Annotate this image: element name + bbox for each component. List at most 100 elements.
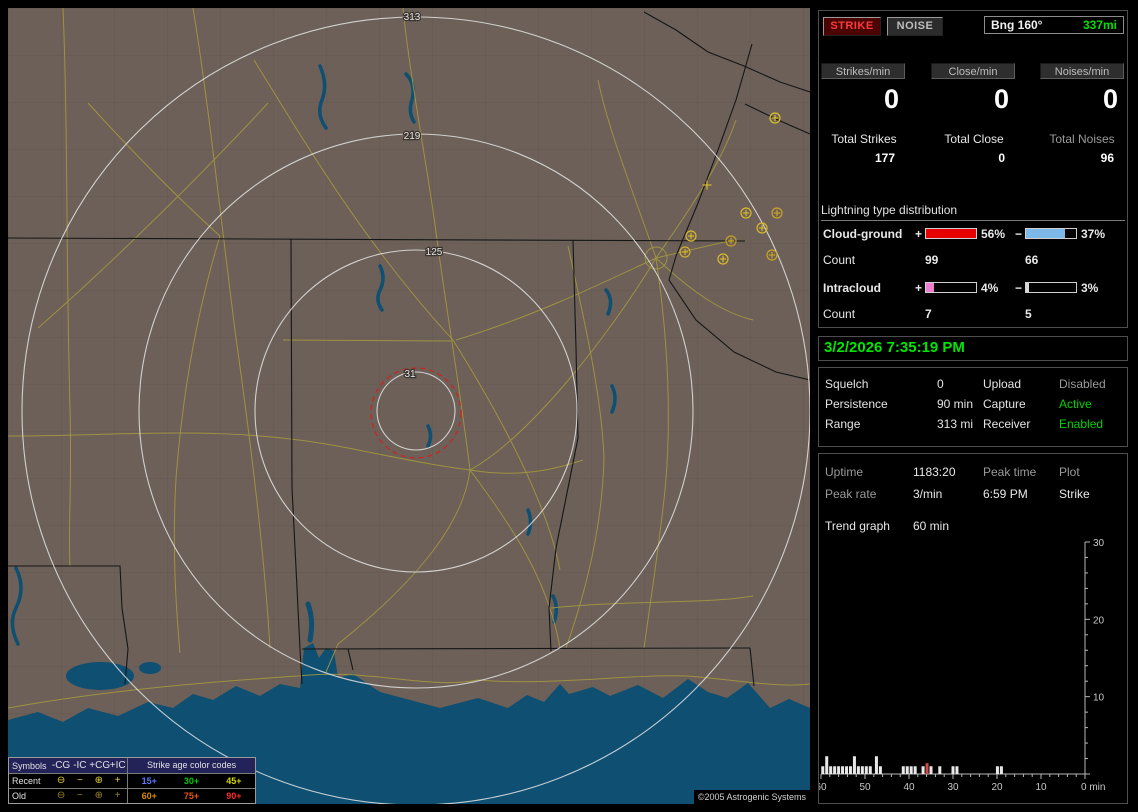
svg-text:10: 10 bbox=[1035, 782, 1047, 793]
svg-text:20: 20 bbox=[991, 782, 1003, 793]
cg-positive-bar bbox=[925, 228, 977, 239]
age-code-75: 75+ bbox=[183, 791, 200, 801]
total-strikes-value: 177 bbox=[874, 151, 895, 165]
stats-row-1: Uptime 1183:20 Peak time Plot bbox=[819, 462, 1127, 482]
ic-positive-bar bbox=[925, 282, 977, 293]
age-code-90: 90+ bbox=[226, 791, 242, 801]
total-noises-value: 96 bbox=[1100, 151, 1114, 165]
receiver-status: Enabled bbox=[1059, 417, 1104, 431]
svg-text:50: 50 bbox=[859, 782, 871, 793]
noise-mode-button[interactable]: NOISE bbox=[887, 17, 943, 36]
age-code-45: 45+ bbox=[226, 776, 242, 786]
pos-ic-icon: + bbox=[114, 775, 121, 786]
intracloud-row: Intracloud + 4% − 3% bbox=[819, 281, 1127, 295]
age-code-30: 30+ bbox=[183, 776, 200, 786]
age-code-15: 15+ bbox=[141, 776, 157, 786]
legend-age-title: Strike age color codes bbox=[127, 758, 255, 773]
peak-time-value: 6:59 PM bbox=[983, 487, 1028, 501]
close-per-min-value: 0 bbox=[993, 84, 1009, 114]
ic-negative-count: 5 bbox=[1025, 307, 1032, 321]
legend-recent-label: Recent bbox=[12, 776, 41, 786]
count-label: Count bbox=[823, 307, 856, 321]
copyright-text: ©2005 Astrogenic Systems bbox=[693, 790, 810, 804]
peak-rate-label: Peak rate bbox=[825, 487, 877, 501]
bearing-readout: Bng 160° 337mi bbox=[984, 16, 1124, 34]
legend-neg-cg-header: -CG bbox=[51, 759, 71, 771]
ic-positive-count: 7 bbox=[925, 307, 932, 321]
plus-sign: + bbox=[915, 227, 923, 241]
strike-mode-button[interactable]: STRIKE bbox=[823, 17, 881, 36]
neg-cg-icon: ⊖ bbox=[56, 775, 66, 786]
trend-graph-row: Trend graph 60 min bbox=[819, 516, 1127, 536]
legend-neg-ic-header: -IC bbox=[73, 759, 87, 771]
settings-row-persistence: Persistence 90 min Capture Active bbox=[819, 394, 1127, 414]
legend-pos-ic-header: +IC bbox=[109, 759, 126, 771]
neg-ic-old-icon: − bbox=[77, 790, 83, 801]
cg-negative-pct: 37% bbox=[1081, 227, 1106, 241]
map-view[interactable]: 313 219 125 31 Symbols -CG -IC +CG +IC S… bbox=[7, 7, 811, 806]
cloud-ground-label: Cloud-ground bbox=[823, 227, 903, 241]
legend-pos-cg-header: +CG bbox=[89, 759, 111, 771]
svg-text:30: 30 bbox=[1093, 538, 1105, 549]
settings-panel: Squelch 0 Upload Disabled Persistence 90… bbox=[818, 367, 1128, 447]
datetime-display: 3/2/2026 7:35:19 PM bbox=[824, 339, 965, 356]
strikes-per-min-label: Strikes/min bbox=[821, 63, 905, 79]
svg-text:40: 40 bbox=[903, 782, 915, 793]
uptime-value: 1183:20 bbox=[913, 465, 956, 479]
strike-stats-panel: STRIKE NOISE Bng 160° 337mi Strikes/min … bbox=[818, 10, 1128, 328]
pos-ic-old-icon: + bbox=[114, 790, 121, 801]
lightning-map[interactable]: 313 219 125 31 bbox=[7, 7, 811, 806]
age-code-60: 60+ bbox=[141, 791, 157, 801]
minus-sign: − bbox=[1015, 281, 1023, 295]
stats-row-2: Peak rate 3/min 6:59 PM Strike bbox=[819, 484, 1127, 504]
trend-window-value: 60 min bbox=[913, 519, 950, 533]
range-label-31: 31 bbox=[404, 369, 416, 380]
noises-per-min-value: 0 bbox=[1102, 84, 1118, 114]
legend-header: Symbols -CG -IC +CG +IC Strike age color… bbox=[9, 758, 255, 773]
legend-old-label: Old bbox=[12, 791, 27, 801]
peak-time-label: Peak time bbox=[983, 465, 1037, 479]
count-label: Count bbox=[823, 253, 856, 267]
settings-row-squelch: Squelch 0 Upload Disabled bbox=[819, 374, 1127, 394]
trend-panel: Uptime 1183:20 Peak time Plot Peak rate … bbox=[818, 453, 1128, 804]
bearing-distance: 337mi bbox=[1082, 18, 1117, 32]
minus-sign: − bbox=[1015, 227, 1023, 241]
settings-row-range: Range 313 mi Receiver Enabled bbox=[819, 414, 1127, 434]
app-window: 313 219 125 31 Symbols -CG -IC +CG +IC S… bbox=[0, 0, 1138, 812]
uptime-label: Uptime bbox=[825, 465, 864, 479]
total-strikes-label: Total Strikes bbox=[831, 132, 897, 146]
squelch-value: 0 bbox=[937, 377, 944, 391]
intracloud-count-row: Count 7 5 bbox=[819, 307, 1127, 321]
ic-positive-pct: 4% bbox=[981, 281, 999, 295]
map-legend: Symbols -CG -IC +CG +IC Strike age color… bbox=[8, 757, 256, 804]
total-close-label: Total Close bbox=[944, 132, 1004, 146]
trend-graph-label: Trend graph bbox=[825, 519, 890, 533]
svg-text:30: 30 bbox=[947, 782, 959, 793]
cloud-ground-row: Cloud-ground + 56% − 37% bbox=[819, 227, 1127, 241]
ic-negative-pct: 3% bbox=[1081, 281, 1099, 295]
squelch-label: Squelch bbox=[825, 377, 869, 391]
range-value: 313 mi bbox=[937, 417, 974, 431]
noises-per-min-label: Noises/min bbox=[1040, 63, 1124, 79]
capture-status: Active bbox=[1059, 397, 1092, 411]
legend-row-old: Old ⊖ − ⊕ + 60+ 75+ 90+ bbox=[9, 788, 255, 803]
upload-status: Disabled bbox=[1059, 377, 1106, 391]
intracloud-label: Intracloud bbox=[823, 281, 882, 295]
plus-sign: + bbox=[915, 281, 923, 295]
cg-negative-bar bbox=[1025, 228, 1077, 239]
pos-cg-icon: ⊕ bbox=[94, 775, 103, 786]
svg-text:0 min: 0 min bbox=[1081, 782, 1105, 793]
peak-rate-value: 3/min bbox=[913, 487, 943, 501]
upload-label: Upload bbox=[983, 377, 1022, 391]
range-label-313: 313 bbox=[404, 12, 421, 23]
close-per-min-label: Close/min bbox=[931, 63, 1015, 79]
svg-text:60: 60 bbox=[819, 782, 827, 793]
range-label: Range bbox=[825, 417, 861, 431]
plot-label: Plot bbox=[1059, 465, 1080, 479]
clock-panel: 3/2/2026 7:35:19 PM bbox=[818, 336, 1128, 361]
neg-cg-old-icon: ⊖ bbox=[56, 790, 66, 801]
distribution-title: Lightning type distribution bbox=[821, 203, 1125, 221]
persistence-value: 90 min bbox=[937, 397, 974, 411]
cloud-ground-count-row: Count 99 66 bbox=[819, 253, 1127, 267]
cg-negative-count: 66 bbox=[1025, 253, 1039, 267]
